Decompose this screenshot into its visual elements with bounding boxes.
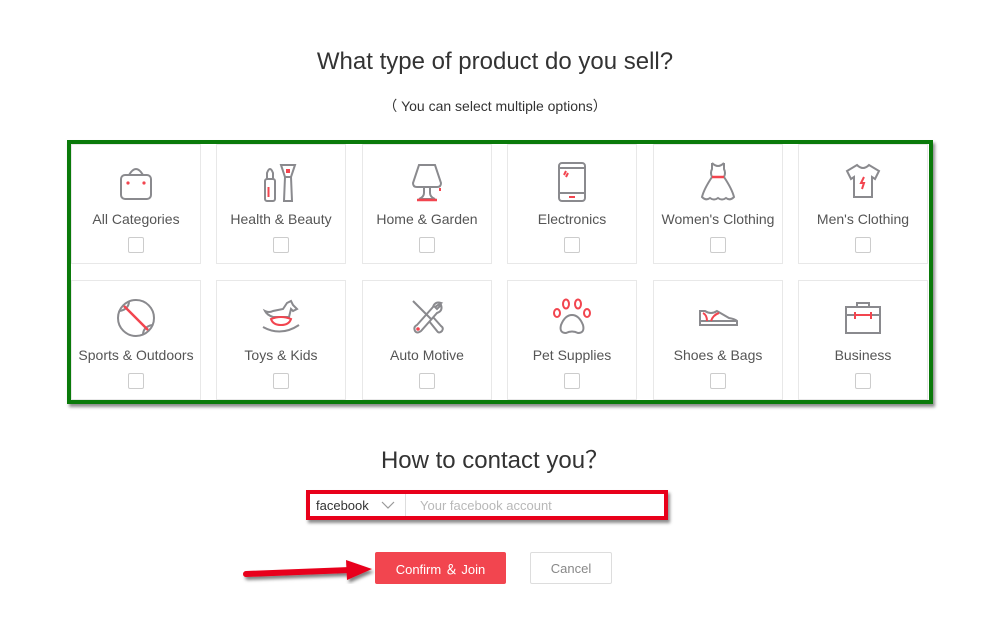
contact-method-select[interactable]: facebook <box>310 494 406 516</box>
category-business[interactable]: Business <box>798 280 928 400</box>
category-checkbox[interactable] <box>419 237 435 253</box>
category-sports-outdoors[interactable]: Sports & Outdoors <box>71 280 201 400</box>
briefcase-icon <box>799 297 927 339</box>
confirm-join-button[interactable]: Confirm ＆ Join <box>375 552 506 584</box>
category-label: All Categories <box>92 211 180 227</box>
page-subtitle: （ You can select multiple options） <box>383 98 607 114</box>
category-label: Shoes & Bags <box>673 347 763 363</box>
category-checkbox[interactable] <box>564 373 580 389</box>
category-checkbox[interactable] <box>128 237 144 253</box>
baseball-icon <box>72 297 200 339</box>
category-home-garden[interactable]: Home & Garden <box>362 144 492 264</box>
category-checkbox[interactable] <box>855 237 871 253</box>
category-all-categories[interactable]: All Categories <box>71 144 201 264</box>
category-mens-clothing[interactable]: Men's Clothing <box>798 144 928 264</box>
category-label: Business <box>834 347 892 363</box>
page-title: What type of product do you sell? <box>316 48 674 75</box>
category-pet-supplies[interactable]: Pet Supplies <box>507 280 637 400</box>
shopping-bag-icon <box>72 161 200 203</box>
category-checkbox[interactable] <box>564 237 580 253</box>
category-auto-motive[interactable]: Auto Motive <box>362 280 492 400</box>
dress-icon <box>654 161 782 203</box>
contact-field-group: facebook <box>306 490 668 520</box>
tablet-icon <box>508 161 636 203</box>
category-label: Electronics <box>537 211 607 227</box>
category-checkbox[interactable] <box>419 373 435 389</box>
lipstick-brush-icon <box>217 161 345 203</box>
category-checkbox[interactable] <box>128 373 144 389</box>
contact-title: How to contact you？ <box>380 447 610 474</box>
category-label: Auto Motive <box>390 347 464 363</box>
category-shoes-bags[interactable]: Shoes & Bags <box>653 280 783 400</box>
lamp-icon <box>363 161 491 203</box>
category-electronics[interactable]: Electronics <box>507 144 637 264</box>
category-toys-kids[interactable]: Toys & Kids <box>216 280 346 400</box>
rocking-horse-icon <box>217 297 345 339</box>
sneaker-icon <box>654 297 782 339</box>
wrench-screwdriver-icon <box>363 297 491 339</box>
category-health-beauty[interactable]: Health & Beauty <box>216 144 346 264</box>
tshirt-icon <box>799 161 927 203</box>
chevron-down-icon <box>381 498 395 513</box>
category-checkbox[interactable] <box>710 237 726 253</box>
category-checkbox[interactable] <box>855 373 871 389</box>
category-grid: All Categories Health & Beauty Home & Ga… <box>71 144 929 400</box>
category-checkbox[interactable] <box>273 237 289 253</box>
contact-method-value: facebook <box>316 497 369 513</box>
category-label: Home & Garden <box>376 211 478 227</box>
category-label: Sports & Outdoors <box>78 347 194 363</box>
category-womens-clothing[interactable]: Women's Clothing <box>653 144 783 264</box>
category-label: Men's Clothing <box>816 211 910 227</box>
category-checkbox[interactable] <box>710 373 726 389</box>
category-checkbox[interactable] <box>273 373 289 389</box>
paw-icon <box>508 297 636 339</box>
category-label: Health & Beauty <box>230 211 332 227</box>
category-label: Women's Clothing <box>661 211 775 227</box>
contact-account-input[interactable] <box>406 494 664 516</box>
arrow-annotation-icon <box>243 560 372 580</box>
category-label: Pet Supplies <box>532 347 612 363</box>
category-label: Toys & Kids <box>244 347 318 363</box>
cancel-button[interactable]: Cancel <box>530 552 612 584</box>
